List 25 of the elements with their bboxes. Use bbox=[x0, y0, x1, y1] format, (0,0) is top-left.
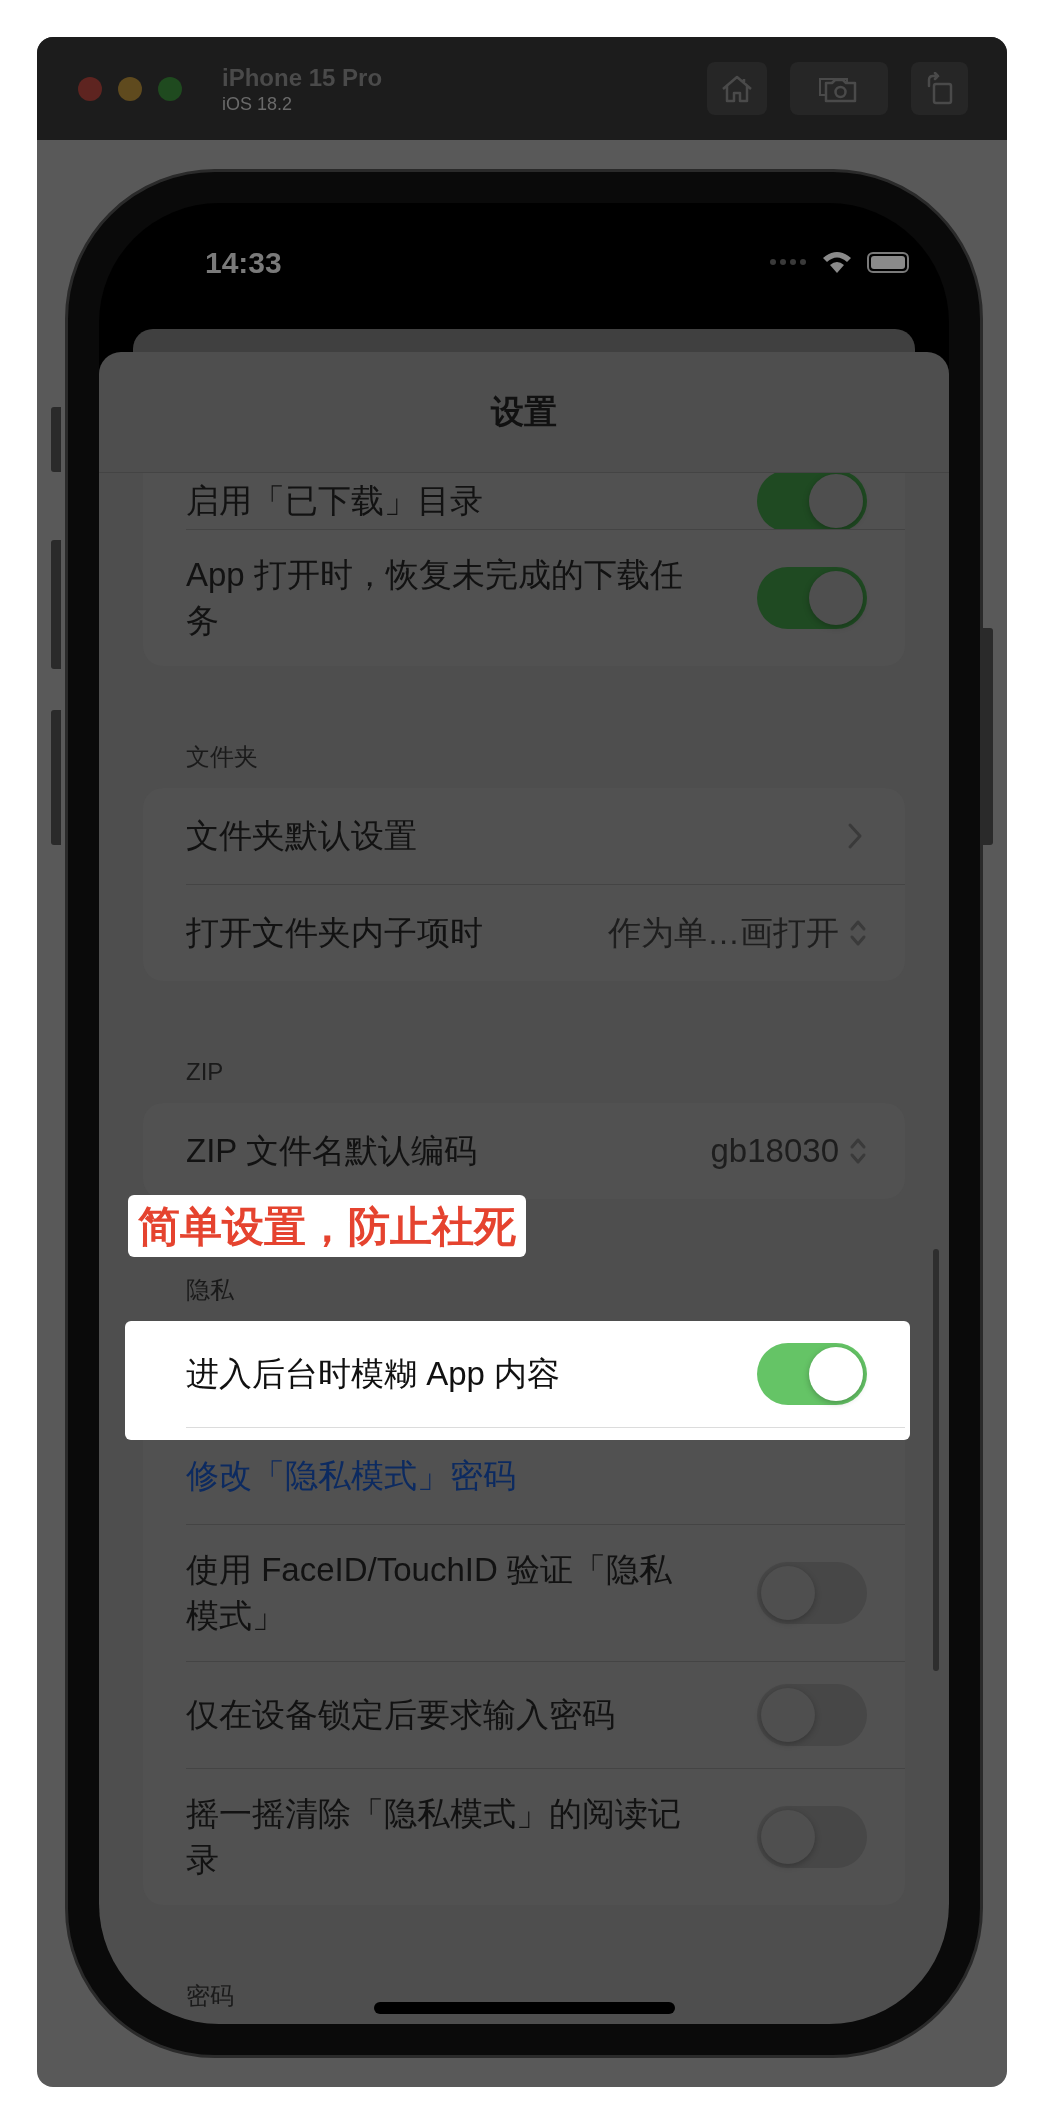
screenshot-button[interactable] bbox=[790, 62, 888, 115]
setting-label: 仅在设备锁定后要求输入密码 bbox=[186, 1695, 615, 1735]
setting-label: ZIP 文件名默认编码 bbox=[186, 1131, 477, 1171]
toggle-switch[interactable] bbox=[757, 473, 867, 529]
setting-label: 使用 FaceID/TouchID 验证「隐私模式」 bbox=[186, 1550, 673, 1636]
setting-label: App 打开时，恢复未完成的下载任务 bbox=[186, 555, 684, 641]
rotate-button[interactable] bbox=[911, 62, 968, 115]
change-password-link[interactable]: 修改「隐私模式」密码 bbox=[186, 1451, 516, 1501]
battery-icon bbox=[867, 251, 909, 273]
setting-label: 启用「已下载」目录 bbox=[186, 481, 483, 521]
home-icon bbox=[720, 73, 754, 104]
setting-label: 文件夹默认设置 bbox=[186, 816, 417, 856]
status-time: 14:33 bbox=[205, 244, 282, 281]
annotation-label: 简单设置，防止社死 bbox=[128, 1195, 526, 1257]
toggle-switch[interactable] bbox=[757, 1343, 867, 1405]
setting-label: 进入后台时模糊 App 内容 bbox=[186, 1354, 561, 1394]
setting-label: 打开文件夹内子项时 bbox=[186, 913, 483, 953]
up-down-chevron-icon bbox=[849, 918, 867, 948]
setting-label: 摇一摇清除「隐私模式」的阅读记录 bbox=[186, 1794, 682, 1880]
cellular-signal-icon bbox=[769, 258, 807, 266]
wifi-icon bbox=[821, 250, 853, 274]
os-version: iOS 18.2 bbox=[222, 92, 294, 115]
up-down-chevron-icon bbox=[849, 1136, 867, 1166]
home-button[interactable] bbox=[707, 62, 767, 115]
sheet-title: 设置 bbox=[491, 392, 557, 433]
